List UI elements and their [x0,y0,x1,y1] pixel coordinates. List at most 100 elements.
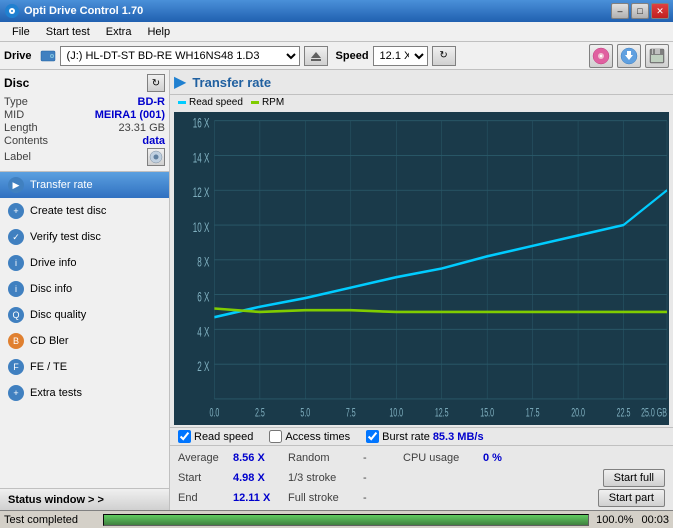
floppy-icon [648,47,666,65]
menu-help[interactable]: Help [139,24,178,40]
nav-label-create-test-disc: Create test disc [30,205,106,217]
disc-length-label: Length [4,122,38,134]
access-times-checkbox-item: Access times [269,430,350,443]
speed-select[interactable]: 12.1 X [373,46,428,66]
nav-label-extra-tests: Extra tests [30,387,82,399]
access-times-checkbox[interactable] [269,430,282,443]
progress-time: 00:03 [641,514,669,526]
one-third-label: 1/3 stroke [288,472,363,484]
svg-text:0.0: 0.0 [209,407,219,420]
main-layout: Disc ↻ Type BD-R MID MEIRA1 (001) Length… [0,70,673,510]
window-controls: – □ ✕ [611,3,669,19]
svg-text:16 X: 16 X [193,117,210,132]
drive-label: Drive [4,50,32,62]
speed-label: Speed [336,50,369,62]
menu-bar: File Start test Extra Help [0,22,673,42]
svg-text:12 X: 12 X [193,186,210,201]
nav-icon-drive-info: i [8,255,24,271]
window-title: Opti Drive Control 1.70 [24,5,143,17]
access-times-checkbox-label: Access times [285,431,350,443]
start-value: 4.98 X [233,472,288,484]
svg-text:4 X: 4 X [197,325,209,340]
content-area: ▶ Transfer rate Read speed RPM [170,70,673,510]
app-icon [4,3,20,19]
nav-fe-te[interactable]: F FE / TE [0,354,169,380]
disc-title: Disc [4,76,29,90]
stats-row-average: Average 8.56 X Random - CPU usage 0 % [178,448,665,468]
svg-text:12.5: 12.5 [435,407,449,420]
progress-fill [104,515,588,525]
drive-action-icons [589,44,669,68]
floppy-icon-button[interactable] [645,44,669,68]
nav-label-disc-quality: Disc quality [30,309,86,321]
nav-label-drive-info: Drive info [30,257,76,269]
svg-text:6 X: 6 X [197,291,209,306]
nav-extra-tests[interactable]: + Extra tests [0,380,169,406]
download-icon [620,47,638,65]
nav-icon-create-test-disc: + [8,203,24,219]
nav-create-test-disc[interactable]: + Create test disc [0,198,169,224]
nav-transfer-rate[interactable]: ▶ Transfer rate [0,172,169,198]
stats-row-end: End 12.11 X Full stroke - Start part [178,488,665,508]
eject-icon [310,50,322,62]
disc-label-row: Label [4,148,165,166]
nav-icon-fe-te: F [8,359,24,375]
menu-extra[interactable]: Extra [98,24,140,40]
chart-legend: Read speed RPM [170,95,673,110]
disc-icon-button[interactable] [589,44,613,68]
progress-track [103,514,589,526]
nav-disc-quality[interactable]: Q Disc quality [0,302,169,328]
nav-verify-test-disc[interactable]: ✓ Verify test disc [0,224,169,250]
random-value: - [363,452,403,464]
burst-rate-checkbox-label: Burst rate [382,431,430,443]
start-full-button[interactable]: Start full [603,469,665,487]
progress-percent: 100.0% [593,514,633,526]
one-third-value: - [363,472,403,484]
nav-icon-disc-quality: Q [8,307,24,323]
disc-mid-row: MID MEIRA1 (001) [4,109,165,121]
disc-contents-value: data [142,135,165,147]
save-icon-button[interactable] [617,44,641,68]
svg-text:5.0: 5.0 [300,407,310,420]
disc-label-icon-button[interactable] [147,148,165,166]
burst-rate-checkbox[interactable] [366,430,379,443]
legend-dot-read-speed [178,101,186,104]
disc-type-row: Type BD-R [4,96,165,108]
average-label: Average [178,452,233,464]
close-button[interactable]: ✕ [651,3,669,19]
chart-header: ▶ Transfer rate [170,70,673,95]
chart-container: 16 X 14 X 12 X 10 X 8 X 6 X 4 X 2 X 0.0 … [174,112,669,425]
cpu-usage-label: CPU usage [403,452,483,464]
nav-drive-info[interactable]: i Drive info [0,250,169,276]
disc-contents-row: Contents data [4,135,165,147]
read-speed-checkbox-label: Read speed [194,431,253,443]
disc-mid-value: MEIRA1 (001) [95,109,165,121]
start-part-button[interactable]: Start part [598,489,665,507]
drive-bar: Drive (J:) HL-DT-ST BD-RE WH16NS48 1.D3 … [0,42,673,70]
drive-select[interactable]: (J:) HL-DT-ST BD-RE WH16NS48 1.D3 [60,46,300,66]
svg-text:14 X: 14 X [193,151,210,166]
menu-file[interactable]: File [4,24,38,40]
disc-label-label: Label [4,151,31,163]
menu-start-test[interactable]: Start test [38,24,98,40]
read-speed-checkbox[interactable] [178,430,191,443]
minimize-button[interactable]: – [611,3,629,19]
chart-title-icon: ▶ [174,72,186,92]
nav-disc-info[interactable]: i Disc info [0,276,169,302]
svg-text:2.5: 2.5 [255,407,265,420]
nav-cd-bler[interactable]: B CD Bler [0,328,169,354]
label-icon [149,150,163,164]
svg-text:15.0: 15.0 [480,407,494,420]
svg-text:10 X: 10 X [193,221,210,236]
progress-bar-area: Test completed 100.0% 00:03 [0,510,673,528]
full-stroke-label: Full stroke [288,492,363,504]
maximize-button[interactable]: □ [631,3,649,19]
eject-button[interactable] [304,46,328,66]
disc-contents-label: Contents [4,135,48,147]
burst-rate-value: 85.3 MB/s [433,431,484,443]
disc-refresh-button[interactable]: ↻ [147,74,165,92]
burst-rate-checkbox-item: Burst rate 85.3 MB/s [366,430,483,443]
speed-refresh-button[interactable]: ↻ [432,46,456,66]
legend-rpm-label: RPM [262,97,284,108]
status-window-button[interactable]: Status window > > [0,488,169,510]
